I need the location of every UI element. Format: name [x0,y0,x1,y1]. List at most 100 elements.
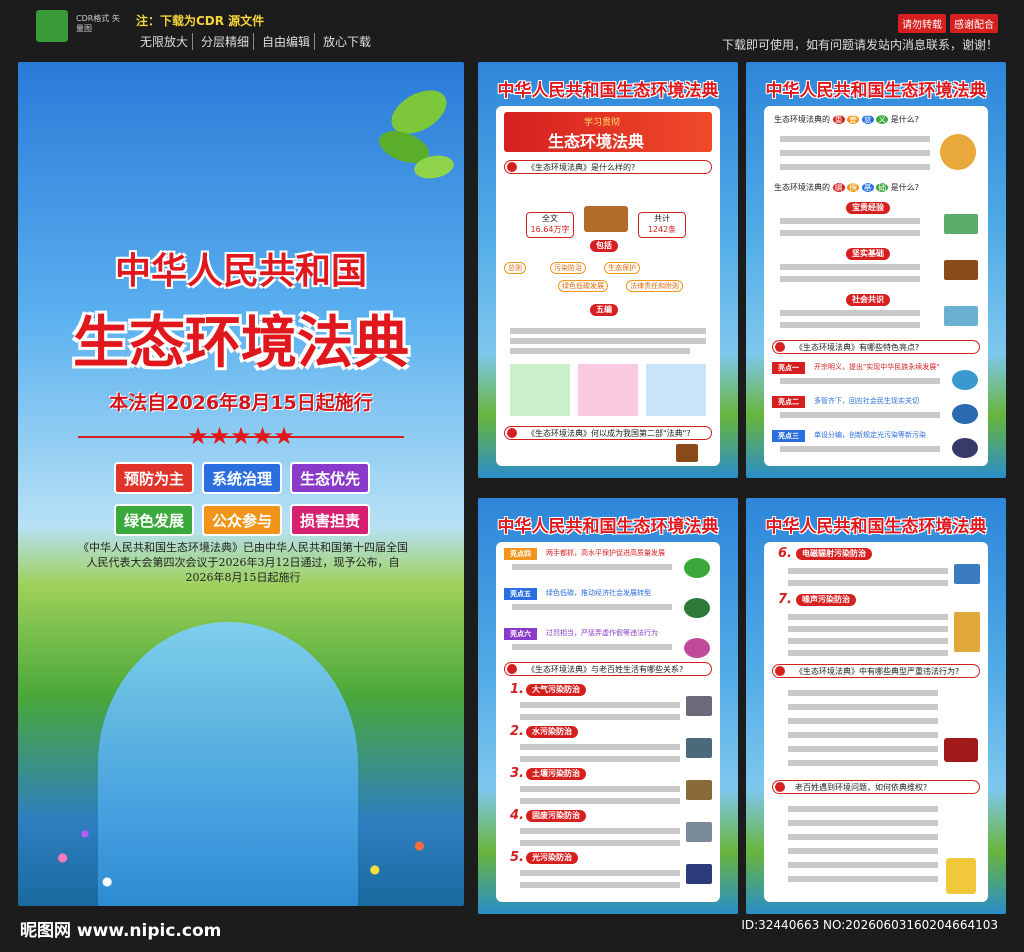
highlight-text: 多管齐下，回应社会民生现实关切 [814,397,919,405]
five-label: 五编 [590,304,618,316]
text-placeholder [512,644,672,650]
feature-item: 分层精细 [197,33,255,50]
main-poster: 中华人民共和国 生态环境法典 本法自2026年8月15日起施行 ★★★★★ 预防… [18,62,464,906]
principle-tags: 预防为主 系统治理 生态优先 绿色发展 公众参与 损害担责 [114,462,370,536]
item-label: 电磁辐射污染防治 [796,548,872,560]
main-title-line2: 生态环境法典 [73,311,409,376]
site-watermark: 昵图网 www.nipic.com [20,921,222,941]
blue-box [646,364,706,416]
panel-card: 学习贯彻 生态环境法典 《生态环境法典》是什么样的? 全文 16.64万字 共计… [496,106,720,466]
question-heading: 《生态环境法典》与老百姓生活有哪些关系? [504,662,712,676]
photo-circle [684,638,710,658]
question-heading: 《生态环境法典》何以成为我国第二部"法典"? [504,426,712,440]
scale-icon [940,134,976,170]
panel-card: 生态环境法典的 重 要 意 义 是什么? 生态环境法典的 编 撰 基 础 是什么… [764,106,988,466]
panel-3: 中华人民共和国生态环境法典 亮点四 两手都抓，高水平保护促进高质量发展 亮点五 … [478,498,738,914]
highlight-tag: 亮点五 [504,588,537,600]
text-placeholder [780,230,920,236]
text-placeholder [520,744,680,750]
feature-item: 无限放大 [136,33,194,50]
keyword-char: 义 [876,115,889,124]
text-placeholder [780,378,940,384]
factory-image [686,696,712,716]
text-placeholder [788,704,938,710]
green-box [510,364,570,416]
text-placeholder [780,136,930,142]
fence-image [944,260,978,280]
question-heading: 生态环境法典的 编 撰 基 础 是什么? [774,182,919,193]
keyword-char: 编 [832,183,845,192]
question-heading: 《生态环境法典》是什么样的? [504,160,712,174]
panel-title: 中华人民共和国生态环境法典 [765,81,987,101]
text-placeholder [788,760,938,766]
description: 《中华人民共和国生态环境法典》已由中华人民共和国第十四届全国人民代表大会第四次会… [78,541,408,584]
city-light-image [686,864,712,884]
text-placeholder [788,862,938,868]
highlight-text: 过罚相当，严惩弄虚作假等违法行为 [546,629,658,637]
question-heading: 老百姓遇到环境问题，如何依典维权? [772,780,980,794]
part-item: 污染防治 [550,262,586,274]
text-placeholder [780,310,920,316]
part-item: 绿色低碳发展 [558,280,608,292]
question-end: 是什么? [890,183,919,192]
item-label: 固废污染防治 [526,810,586,822]
item-number: 5. [510,850,524,865]
main-title-line1: 中华人民共和国 [114,251,367,292]
highlight-text: 开宗明义，提出"实现中华民族永续发展" [814,363,940,371]
keyword-char: 重 [832,115,845,124]
highlight-tag: 亮点一 [772,362,805,374]
text-placeholder [520,786,680,792]
panel-card: 6. 电磁辐射污染防治 7. 噪声污染防治 《生态环境法典》中有哪些典型严重违法… [764,542,988,902]
principle-tag: 绿色发展 [114,504,194,536]
text-placeholder [510,348,690,354]
item-number: 6. [778,546,792,561]
text-placeholder [512,604,672,610]
text-placeholder [520,702,680,708]
text-placeholder [788,876,938,882]
question-text: 生态环境法典的 [774,115,830,124]
text-placeholder [788,638,948,644]
text-placeholder [788,746,938,752]
mountain-image [944,214,978,234]
notice-text: 下载即可使用，如有问题请发站内消息联系，谢谢！ [721,38,998,52]
highlight-tag: 亮点四 [504,548,537,560]
question-text: 生态环境法典的 [774,183,830,192]
text-placeholder [788,626,948,632]
total-box: 全文 16.64万字 [526,212,574,238]
highlight-tag: 亮点二 [772,396,805,408]
text-placeholder [788,732,938,738]
text-placeholder [788,834,938,840]
book-icon [584,206,628,232]
panel-2: 中华人民共和国生态环境法典 生态环境法典的 重 要 意 义 是什么? 生态环境法… [746,62,1006,478]
judge-icon [946,858,976,894]
part-item: 总则 [504,262,526,274]
badge: 请勿转载 [898,14,946,33]
item-number: 4. [510,808,524,823]
waste-image [686,822,712,842]
text-placeholder [520,870,680,876]
photo-circle [684,598,710,618]
keyword-char: 基 [861,183,874,192]
logo-icon [36,10,68,42]
keyword-char: 础 [876,183,889,192]
item-number: 3. [510,766,524,781]
highlight-tag: 亮点六 [504,628,537,640]
part-item: 法律责任和附则 [626,280,683,292]
feature-item: 放心下载 [323,35,372,49]
leaf-icon [379,90,454,179]
panel-card: 亮点四 两手都抓，高水平保护促进高质量发展 亮点五 绿色低碳，推动经济社会发展转… [496,542,720,902]
text-placeholder [512,564,672,570]
text-placeholder [520,828,680,834]
item-label: 噪声污染防治 [796,594,856,606]
highlight-tag: 亮点三 [772,430,805,442]
study-banner: 学习贯彻 生态环境法典 [504,112,712,152]
highlight-text: 单设分编，创新规定光污染等新污染 [814,431,926,439]
text-placeholder [780,446,940,452]
text-placeholder [788,650,948,656]
text-placeholder [520,882,680,888]
text-placeholder [788,806,938,812]
logo-text: CDR格式 矢量图 [76,14,120,33]
question-heading: 《生态环境法典》有哪些特色亮点? [772,340,980,354]
item-label: 土壤污染防治 [526,768,586,780]
principle-tag: 损害担责 [290,504,370,536]
